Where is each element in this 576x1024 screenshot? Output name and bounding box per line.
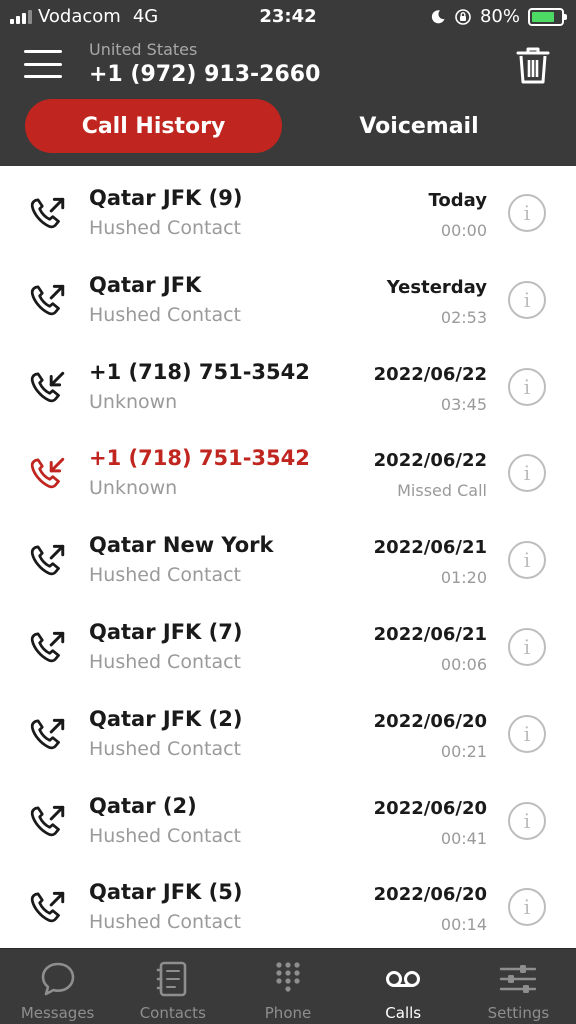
call-date: 2022/06/20	[373, 797, 487, 819]
outgoing-call-icon	[26, 886, 68, 928]
call-row[interactable]: Qatar JFK (2) Hushed Contact 2022/06/20 00:…	[0, 687, 576, 774]
call-date: 2022/06/20	[373, 884, 487, 906]
call-row[interactable]: Qatar JFK (9) Hushed Contact Today 00:00 i	[0, 166, 576, 253]
call-row[interactable]: +1 (718) 751-3542 Unknown 2022/06/22 03:45 i	[0, 340, 576, 427]
tab-voicemail[interactable]: Voicemail	[300, 99, 538, 153]
orientation-lock-icon	[455, 8, 471, 25]
address-book-icon	[156, 961, 187, 997]
call-row[interactable]: Qatar JFK (5) Hushed Contact 2022/06/20 00:…	[0, 860, 576, 947]
tab-call-history[interactable]: Call History	[25, 99, 282, 153]
bottom-tab-bar: Messages Contacts Phone Calls Settings	[0, 948, 576, 1024]
call-date: 2022/06/21	[373, 537, 487, 559]
info-icon[interactable]: i	[508, 280, 546, 319]
tab-settings-label: Settings	[487, 1004, 550, 1022]
app-header: Vodacom 4G 23:42 80% United States +1 (9…	[0, 0, 576, 166]
call-row[interactable]: +1 (718) 751-3542 Unknown 2022/06/22 Missed…	[0, 426, 576, 513]
call-duration: 00:00	[440, 221, 487, 240]
voicemail-icon	[386, 971, 421, 987]
tab-contacts-label: Contacts	[139, 1004, 206, 1022]
call-contact-name: Qatar (2)	[89, 793, 197, 818]
call-date: 2022/06/22	[373, 450, 487, 472]
sliders-icon	[500, 965, 537, 993]
call-contact-type: Unknown	[89, 477, 178, 500]
call-contact-name: Qatar JFK (7)	[89, 619, 243, 644]
status-bar: Vodacom 4G 23:42 80%	[0, 0, 576, 34]
tab-phone[interactable]: Phone	[230, 949, 345, 1024]
status-bar-right: 80%	[430, 6, 567, 27]
call-contact-type: Hushed Contact	[89, 650, 241, 673]
call-date: 2022/06/22	[373, 363, 487, 385]
call-contact-type: Hushed Contact	[89, 303, 241, 326]
number-country: United States	[89, 40, 198, 59]
incoming-call-icon	[26, 366, 68, 408]
info-icon[interactable]: i	[508, 888, 546, 927]
call-contact-type: Hushed Contact	[89, 217, 241, 239]
tab-messages[interactable]: Messages	[0, 949, 115, 1024]
call-date: 2022/06/20	[373, 710, 487, 732]
call-duration: 01:20	[440, 568, 487, 588]
keypad-icon	[276, 962, 300, 992]
info-icon[interactable]: i	[508, 454, 546, 493]
battery-icon	[528, 7, 567, 26]
battery-percent: 80%	[479, 6, 520, 27]
tab-settings[interactable]: Settings	[461, 949, 576, 1024]
call-contact-name: +1 (718) 751-3542	[89, 446, 310, 471]
outgoing-call-icon	[26, 279, 68, 321]
outgoing-call-icon	[26, 626, 68, 668]
call-contact-type: Unknown	[89, 390, 178, 413]
moon-icon	[431, 9, 445, 23]
info-icon[interactable]: i	[508, 627, 546, 666]
call-contact-name: +1 (718) 751-3542	[89, 359, 310, 384]
call-history-list: Qatar JFK (9) Hushed Contact Today 00:00 i Qa…	[0, 166, 576, 947]
outgoing-call-icon	[26, 713, 68, 755]
call-row[interactable]: Qatar (2) Hushed Contact 2022/06/20 00:41 i	[0, 774, 576, 861]
tab-contacts[interactable]: Contacts	[115, 949, 230, 1024]
call-contact-type: Hushed Contact	[89, 564, 241, 587]
call-row[interactable]: Qatar JFK Hushed Contact Yesterday 02:53 i	[0, 253, 576, 340]
call-duration: 00:41	[440, 828, 487, 848]
call-date: Today	[428, 190, 487, 211]
call-contact-name: Qatar JFK (9)	[89, 186, 243, 210]
active-phone-number: +1 (972) 913-2660	[89, 62, 321, 87]
call-contact-type: Hushed Contact	[89, 824, 241, 847]
tab-calls-label: Calls	[385, 1004, 422, 1022]
call-duration: 00:14	[440, 915, 487, 935]
info-icon[interactable]: i	[508, 801, 546, 840]
outgoing-call-icon	[26, 192, 68, 234]
call-date: Yesterday	[386, 276, 487, 298]
call-contact-name: Qatar JFK (5)	[89, 880, 243, 905]
outgoing-call-icon	[26, 800, 68, 842]
call-row[interactable]: Qatar JFK (7) Hushed Contact 2022/06/21 00:…	[0, 600, 576, 687]
call-duration: 00:06	[440, 654, 487, 674]
incoming-call-icon	[26, 452, 68, 494]
call-contact-name: Qatar JFK	[89, 272, 202, 297]
tab-phone-label: Phone	[264, 1004, 312, 1022]
call-duration: 00:21	[440, 741, 487, 761]
call-date: 2022/06/21	[373, 623, 487, 645]
info-icon[interactable]: i	[508, 714, 546, 753]
call-duration: 03:45	[440, 394, 487, 414]
info-icon[interactable]: i	[508, 541, 546, 580]
call-contact-type: Hushed Contact	[89, 737, 241, 760]
trash-icon[interactable]	[512, 44, 554, 86]
call-contact-type: Hushed Contact	[89, 911, 241, 934]
info-icon[interactable]: i	[508, 194, 546, 232]
outgoing-call-icon	[26, 539, 68, 581]
tab-messages-label: Messages	[20, 1004, 95, 1022]
call-row[interactable]: Qatar New York Hushed Contact 2022/06/21 01…	[0, 513, 576, 600]
menu-icon[interactable]	[24, 50, 62, 78]
call-contact-name: Qatar New York	[89, 533, 274, 558]
call-duration: 02:53	[440, 307, 487, 327]
tab-calls[interactable]: Calls	[346, 949, 461, 1024]
call-contact-name: Qatar JFK (2)	[89, 706, 243, 731]
chat-bubble-icon	[41, 962, 74, 996]
call-duration: Missed Call	[397, 481, 487, 501]
info-icon[interactable]: i	[508, 367, 546, 406]
